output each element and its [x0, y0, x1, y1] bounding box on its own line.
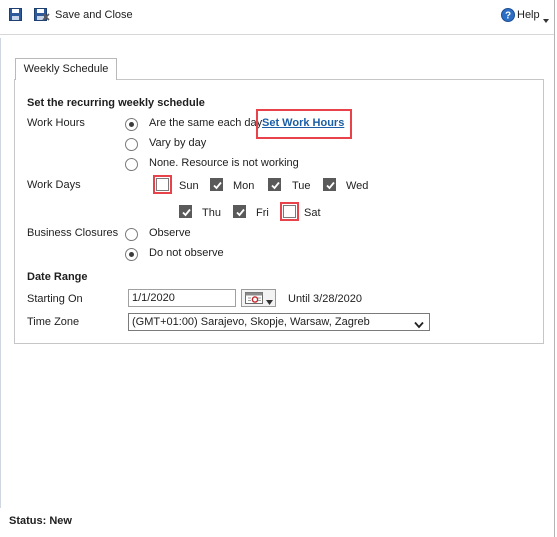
work-hours-option-same: Are the same each day	[149, 117, 263, 129]
save-and-close-icon[interactable]	[34, 7, 50, 25]
work-hours-radio-none[interactable]	[125, 158, 138, 171]
workday-checkbox-sun[interactable]	[156, 178, 169, 191]
workday-label-thu: Thu	[202, 207, 221, 219]
workday-label-wed: Wed	[346, 180, 369, 192]
work-hours-label: Work Hours	[27, 117, 85, 129]
help-button[interactable]: Help	[517, 9, 540, 21]
svg-text:?: ?	[505, 11, 511, 22]
status-text: Status: New	[9, 515, 72, 527]
save-and-close-button[interactable]: Save and Close	[55, 9, 133, 21]
window-border-left	[0, 38, 1, 508]
calendar-dropdown-icon	[266, 296, 273, 308]
tab-weekly-schedule[interactable]: Weekly Schedule	[15, 58, 117, 80]
workday-checkbox-wed[interactable]	[323, 178, 336, 191]
workday-label-mon: Mon	[233, 180, 255, 192]
work-hours-radio-same[interactable]	[125, 118, 138, 131]
business-closures-radio-observe[interactable]	[125, 228, 138, 241]
toolbar-divider	[0, 34, 554, 35]
help-icon[interactable]: ?	[501, 8, 515, 25]
business-closures-radio-not-observe[interactable]	[125, 248, 138, 261]
section-title-recurring: Set the recurring weekly schedule	[27, 97, 205, 109]
workday-label-tue: Tue	[292, 180, 311, 192]
time-zone-value: (GMT+01:00) Sarajevo, Skopje, Warsaw, Za…	[132, 316, 370, 328]
toolbar: Save and Close ? Help	[0, 0, 554, 34]
work-days-label: Work Days	[27, 179, 81, 191]
window-border-right	[554, 0, 555, 537]
section-title-date-range: Date Range	[27, 271, 88, 283]
workday-checkbox-thu[interactable]	[179, 205, 192, 218]
workday-checkbox-fri[interactable]	[233, 205, 246, 218]
calendar-button[interactable]	[241, 289, 276, 307]
time-zone-select[interactable]: (GMT+01:00) Sarajevo, Skopje, Warsaw, Za…	[128, 313, 430, 331]
business-closures-option-not-observe: Do not observe	[149, 247, 224, 259]
workday-checkbox-tue[interactable]	[268, 178, 281, 191]
until-date-text: Until 3/28/2020	[288, 293, 362, 305]
starting-on-input[interactable]: 1/1/2020	[128, 289, 236, 307]
time-zone-label: Time Zone	[27, 316, 80, 328]
workday-label-sun: Sun	[179, 180, 199, 192]
chevron-down-icon	[414, 318, 424, 334]
starting-on-label: Starting On	[27, 293, 83, 305]
help-dropdown-icon[interactable]	[543, 14, 549, 26]
calendar-icon	[245, 292, 263, 307]
set-work-hours-link[interactable]: Set Work Hours	[262, 117, 344, 129]
work-hours-radio-vary[interactable]	[125, 138, 138, 151]
business-closures-option-observe: Observe	[149, 227, 191, 239]
save-icon[interactable]	[9, 8, 22, 24]
work-hours-option-none: None. Resource is not working	[149, 157, 299, 169]
work-hours-option-vary: Vary by day	[149, 137, 207, 149]
business-closures-label: Business Closures	[27, 227, 119, 239]
workday-checkbox-sat[interactable]	[283, 205, 296, 218]
workday-label-fri: Fri	[256, 207, 269, 219]
workday-label-sat: Sat	[304, 207, 321, 219]
workday-checkbox-mon[interactable]	[210, 178, 223, 191]
